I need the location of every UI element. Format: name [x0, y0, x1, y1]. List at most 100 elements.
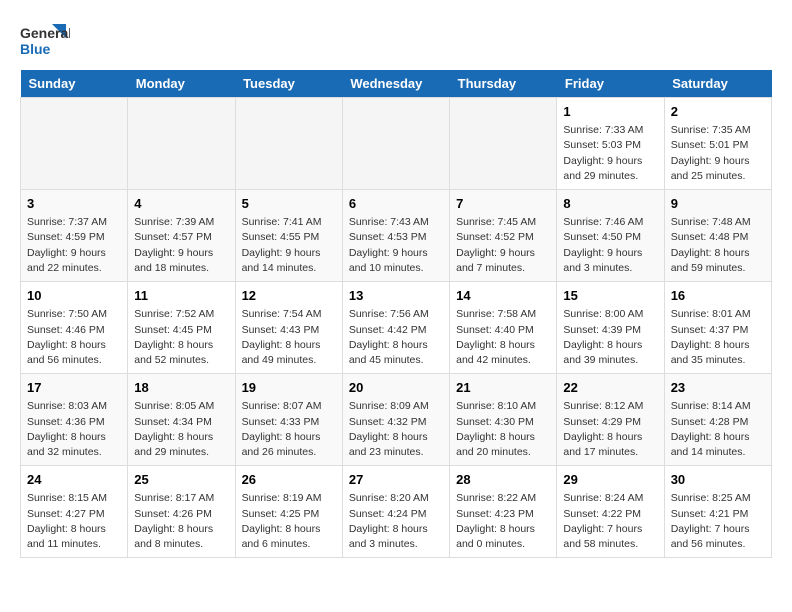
calendar-header-row: SundayMondayTuesdayWednesdayThursdayFrid… [21, 70, 772, 98]
day-number: 18 [134, 379, 228, 397]
calendar-day-cell: 3Sunrise: 7:37 AM Sunset: 4:59 PM Daylig… [21, 190, 128, 282]
calendar: SundayMondayTuesdayWednesdayThursdayFrid… [20, 70, 772, 558]
day-number: 30 [671, 471, 765, 489]
day-number: 4 [134, 195, 228, 213]
svg-text:General: General [20, 25, 70, 41]
day-of-week-header: Friday [557, 70, 664, 98]
day-number: 24 [27, 471, 121, 489]
calendar-day-cell: 29 Sunrise: 8:24 AM Sunset: 4:22 PM Dayli… [557, 466, 664, 558]
day-info: Sunrise: 8:22 AM Sunset: 4:23 PM Dayligh… [456, 491, 550, 552]
day-info: Sunrise: 7:52 AM Sunset: 4:45 PM Dayligh… [134, 307, 228, 368]
day-info: Sunrise: 7:45 AM Sunset: 4:52 PM Dayligh… [456, 215, 550, 276]
day-info: Sunrise: 7:50 AM Sunset: 4:46 PM Dayligh… [27, 307, 121, 368]
day-number: 14 [456, 287, 550, 305]
calendar-day-cell: 28 Sunrise: 8:22 AM Sunset: 4:23 PM Dayli… [450, 466, 557, 558]
calendar-week-row: 17 Sunrise: 8:03 AM Sunset: 4:36 PM Dayli… [21, 374, 772, 466]
day-number: 19 [242, 379, 336, 397]
calendar-day-cell: 4 Sunrise: 7:39 AM Sunset: 4:57 PM Daylig… [128, 190, 235, 282]
calendar-day-cell: 6 Sunrise: 7:43 AM Sunset: 4:53 PM Daylig… [342, 190, 449, 282]
calendar-day-cell: 12Sunrise: 7:54 AM Sunset: 4:43 PM Dayli… [235, 282, 342, 374]
day-info: Sunrise: 8:15 AM Sunset: 4:27 PM Dayligh… [27, 491, 121, 552]
day-info: Sunrise: 7:35 AM Sunset: 5:01 PM Dayligh… [671, 123, 765, 184]
day-info: Sunrise: 7:46 AM Sunset: 4:50 PM Dayligh… [563, 215, 657, 276]
day-info: Sunrise: 8:10 AM Sunset: 4:30 PM Dayligh… [456, 399, 550, 460]
day-number: 11 [134, 287, 228, 305]
calendar-day-cell: 8Sunrise: 7:46 AM Sunset: 4:50 PM Daylig… [557, 190, 664, 282]
day-number: 21 [456, 379, 550, 397]
day-info: Sunrise: 7:41 AM Sunset: 4:55 PM Dayligh… [242, 215, 336, 276]
day-number: 1 [563, 103, 657, 121]
header: GeneralBlue [20, 20, 772, 60]
day-info: Sunrise: 7:54 AM Sunset: 4:43 PM Dayligh… [242, 307, 336, 368]
day-info: Sunrise: 8:25 AM Sunset: 4:21 PM Dayligh… [671, 491, 765, 552]
day-info: Sunrise: 8:03 AM Sunset: 4:36 PM Dayligh… [27, 399, 121, 460]
calendar-day-cell: 9Sunrise: 7:48 AM Sunset: 4:48 PM Daylig… [664, 190, 771, 282]
day-of-week-header: Saturday [664, 70, 771, 98]
day-number: 3 [27, 195, 121, 213]
day-number: 17 [27, 379, 121, 397]
day-of-week-header: Tuesday [235, 70, 342, 98]
day-info: Sunrise: 7:33 AM Sunset: 5:03 PM Dayligh… [563, 123, 657, 184]
day-number: 5 [242, 195, 336, 213]
day-info: Sunrise: 8:00 AM Sunset: 4:39 PM Dayligh… [563, 307, 657, 368]
day-info: Sunrise: 8:12 AM Sunset: 4:29 PM Dayligh… [563, 399, 657, 460]
day-info: Sunrise: 7:43 AM Sunset: 4:53 PM Dayligh… [349, 215, 443, 276]
logo-svg: GeneralBlue [20, 20, 70, 60]
calendar-day-cell [128, 98, 235, 190]
calendar-day-cell: 24 Sunrise: 8:15 AM Sunset: 4:27 PM Dayli… [21, 466, 128, 558]
calendar-week-row: 1 Sunrise: 7:33 AM Sunset: 5:03 PM Daylig… [21, 98, 772, 190]
calendar-day-cell: 11 Sunrise: 7:52 AM Sunset: 4:45 PM Dayli… [128, 282, 235, 374]
day-of-week-header: Monday [128, 70, 235, 98]
day-number: 26 [242, 471, 336, 489]
calendar-day-cell: 2 Sunrise: 7:35 AM Sunset: 5:01 PM Daylig… [664, 98, 771, 190]
day-info: Sunrise: 8:01 AM Sunset: 4:37 PM Dayligh… [671, 307, 765, 368]
calendar-week-row: 24 Sunrise: 8:15 AM Sunset: 4:27 PM Dayli… [21, 466, 772, 558]
calendar-day-cell [450, 98, 557, 190]
day-of-week-header: Thursday [450, 70, 557, 98]
day-number: 6 [349, 195, 443, 213]
day-number: 25 [134, 471, 228, 489]
day-info: Sunrise: 7:58 AM Sunset: 4:40 PM Dayligh… [456, 307, 550, 368]
calendar-day-cell: 19 Sunrise: 8:07 AM Sunset: 4:33 PM Dayli… [235, 374, 342, 466]
day-info: Sunrise: 8:17 AM Sunset: 4:26 PM Dayligh… [134, 491, 228, 552]
day-number: 28 [456, 471, 550, 489]
day-info: Sunrise: 8:19 AM Sunset: 4:25 PM Dayligh… [242, 491, 336, 552]
day-number: 13 [349, 287, 443, 305]
day-info: Sunrise: 8:24 AM Sunset: 4:22 PM Dayligh… [563, 491, 657, 552]
day-info: Sunrise: 8:05 AM Sunset: 4:34 PM Dayligh… [134, 399, 228, 460]
calendar-day-cell: 27 Sunrise: 8:20 AM Sunset: 4:24 PM Dayli… [342, 466, 449, 558]
calendar-week-row: 10 Sunrise: 7:50 AM Sunset: 4:46 PM Dayli… [21, 282, 772, 374]
svg-text:Blue: Blue [20, 41, 51, 57]
day-info: Sunrise: 7:56 AM Sunset: 4:42 PM Dayligh… [349, 307, 443, 368]
day-number: 10 [27, 287, 121, 305]
calendar-day-cell: 23Sunrise: 8:14 AM Sunset: 4:28 PM Dayli… [664, 374, 771, 466]
day-number: 27 [349, 471, 443, 489]
calendar-day-cell: 13 Sunrise: 7:56 AM Sunset: 4:42 PM Dayli… [342, 282, 449, 374]
day-of-week-header: Wednesday [342, 70, 449, 98]
calendar-day-cell [235, 98, 342, 190]
calendar-day-cell: 7 Sunrise: 7:45 AM Sunset: 4:52 PM Daylig… [450, 190, 557, 282]
day-info: Sunrise: 7:48 AM Sunset: 4:48 PM Dayligh… [671, 215, 765, 276]
day-number: 16 [671, 287, 765, 305]
calendar-day-cell: 26 Sunrise: 8:19 AM Sunset: 4:25 PM Dayli… [235, 466, 342, 558]
logo: GeneralBlue [20, 20, 70, 60]
day-number: 23 [671, 379, 765, 397]
day-of-week-header: Sunday [21, 70, 128, 98]
calendar-day-cell: 14 Sunrise: 7:58 AM Sunset: 4:40 PM Dayli… [450, 282, 557, 374]
calendar-day-cell: 22Sunrise: 8:12 AM Sunset: 4:29 PM Dayli… [557, 374, 664, 466]
day-info: Sunrise: 8:07 AM Sunset: 4:33 PM Dayligh… [242, 399, 336, 460]
day-number: 2 [671, 103, 765, 121]
calendar-week-row: 3Sunrise: 7:37 AM Sunset: 4:59 PM Daylig… [21, 190, 772, 282]
day-number: 20 [349, 379, 443, 397]
calendar-day-cell: 5 Sunrise: 7:41 AM Sunset: 4:55 PM Daylig… [235, 190, 342, 282]
day-info: Sunrise: 8:20 AM Sunset: 4:24 PM Dayligh… [349, 491, 443, 552]
day-number: 29 [563, 471, 657, 489]
calendar-day-cell: 16 Sunrise: 8:01 AM Sunset: 4:37 PM Dayli… [664, 282, 771, 374]
calendar-day-cell: 25 Sunrise: 8:17 AM Sunset: 4:26 PM Dayli… [128, 466, 235, 558]
calendar-day-cell: 1 Sunrise: 7:33 AM Sunset: 5:03 PM Daylig… [557, 98, 664, 190]
calendar-day-cell [342, 98, 449, 190]
day-info: Sunrise: 8:09 AM Sunset: 4:32 PM Dayligh… [349, 399, 443, 460]
day-info: Sunrise: 7:39 AM Sunset: 4:57 PM Dayligh… [134, 215, 228, 276]
calendar-day-cell: 21 Sunrise: 8:10 AM Sunset: 4:30 PM Dayli… [450, 374, 557, 466]
day-number: 7 [456, 195, 550, 213]
